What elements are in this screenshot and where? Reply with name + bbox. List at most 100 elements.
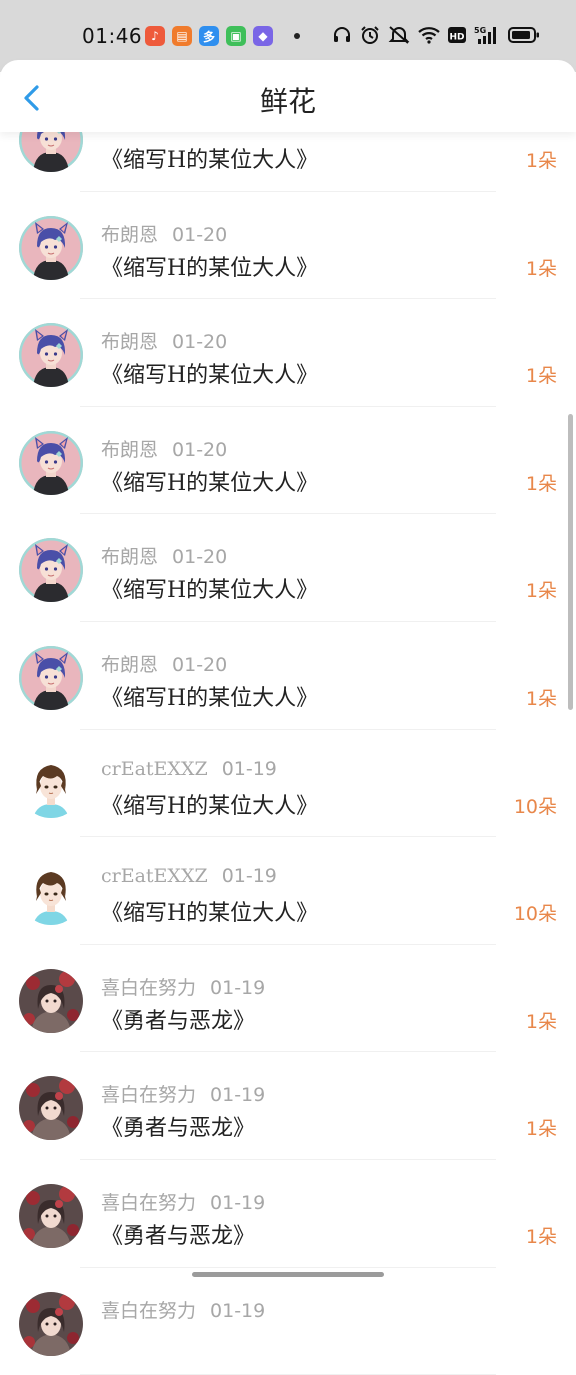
shopping-app-icon: ▣ — [226, 26, 246, 46]
files-app-icon: ◆ — [253, 26, 273, 46]
item-meta: 布朗恩 01-20 — [101, 435, 227, 462]
item-date: 01-19 — [210, 1299, 266, 1322]
hd-label: HD — [449, 33, 464, 43]
more-notifications-dot — [294, 33, 300, 39]
avatar[interactable] — [19, 1076, 83, 1140]
books-app-icon: ▤ — [172, 26, 192, 46]
user-name[interactable]: 布朗恩 — [101, 224, 158, 246]
mute-icon — [388, 26, 410, 44]
avatar[interactable] — [19, 431, 83, 495]
list-item[interactable]: 布朗恩 01-20 《缩写H的某位大人》 1朵 — [0, 407, 576, 515]
book-title[interactable]: 《缩写H的某位大人》 — [101, 680, 318, 712]
item-date: 01-20 — [172, 546, 228, 569]
item-date: 01-20 — [172, 653, 228, 676]
item-meta: 布朗恩 01-20 — [101, 220, 227, 247]
item-meta: 喜白在努力 01-19 — [101, 1188, 265, 1215]
page-title: 鲜花 — [259, 85, 316, 118]
flower-count: 1朵 — [525, 1225, 557, 1248]
wifi-icon — [418, 27, 440, 44]
photo-app-icon: 多 — [199, 26, 219, 46]
book-title[interactable]: 《勇者与恶龙》 — [101, 1003, 255, 1035]
item-date: 01-20 — [172, 331, 228, 354]
signal-5g-icon: 5G — [474, 26, 496, 44]
network-label: 5G — [474, 26, 486, 35]
book-title[interactable]: 《缩写H的某位大人》 — [101, 788, 318, 820]
list-item[interactable]: 喜白在努力 01-19 《勇者与恶龙》 1朵 — [0, 1052, 576, 1160]
alarm-icon — [361, 26, 379, 44]
user-name[interactable]: crEatEXXZ — [101, 865, 208, 887]
item-meta: 喜白在努力 01-19 — [101, 973, 265, 1000]
avatar[interactable] — [19, 538, 83, 602]
item-meta: crEatEXXZ 01-19 — [101, 865, 277, 887]
item-meta: 布朗恩 01-20 — [101, 327, 227, 354]
item-meta: 布朗恩 01-20 — [101, 650, 227, 677]
list-item[interactable]: 布朗恩 01-20 《缩写H的某位大人》 1朵 — [0, 622, 576, 730]
list-item[interactable]: 喜白在努力 01-19 《勇者与恶龙》 1朵 — [0, 1160, 576, 1268]
item-date: 01-19 — [221, 757, 277, 780]
book-title[interactable]: 《缩写H的某位大人》 — [101, 895, 318, 927]
battery-icon — [508, 27, 539, 43]
user-name[interactable]: 喜白在努力 — [101, 1300, 196, 1322]
user-name[interactable]: 喜白在努力 — [101, 977, 196, 999]
avatar[interactable] — [19, 216, 83, 280]
flower-count: 1朵 — [525, 365, 557, 388]
hd-icon: HD — [448, 27, 466, 43]
flower-record-list[interactable]: 《缩写H的某位大人》 1朵 布朗恩 01-20 《缩写H的某位大人》 1朵 布朗恩 01-20… — [0, 84, 576, 1375]
status-time: 01:46 — [82, 24, 143, 48]
user-name[interactable]: 布朗恩 — [101, 331, 158, 353]
item-meta: 喜白在努力 01-19 — [101, 1080, 265, 1107]
book-title[interactable]: 《缩写H的某位大人》 — [101, 465, 318, 497]
flower-count: 1朵 — [525, 1118, 557, 1141]
list-item[interactable]: crEatEXXZ 01-19 《缩写H的某位大人》 10朵 — [0, 730, 576, 838]
book-title[interactable]: 《缩写H的某位大人》 — [101, 357, 318, 389]
notification-app-icons: ♪ ▤ 多 ▣ ◆ — [145, 26, 273, 46]
list-item[interactable]: 布朗恩 01-20 《缩写H的某位大人》 1朵 — [0, 192, 576, 300]
headphones-icon — [334, 27, 350, 42]
user-name[interactable]: 布朗恩 — [101, 439, 158, 461]
flower-count: 1朵 — [525, 472, 557, 495]
book-title[interactable]: 《缩写H的某位大人》 — [101, 250, 318, 282]
flower-count: 1朵 — [525, 150, 557, 172]
item-meta: crEatEXXZ 01-19 — [101, 758, 277, 780]
list-item[interactable]: crEatEXXZ 01-19 《缩写H的某位大人》 10朵 — [0, 837, 576, 945]
page-header: 鲜花 — [0, 60, 576, 132]
flower-count: 1朵 — [525, 257, 557, 280]
list-item[interactable]: 布朗恩 01-20 《缩写H的某位大人》 1朵 — [0, 299, 576, 407]
item-date: 01-19 — [210, 1084, 266, 1107]
vertical-scrollbar[interactable] — [568, 414, 573, 710]
book-title[interactable]: 《缩写H的某位大人》 — [101, 142, 318, 174]
user-name[interactable]: 喜白在努力 — [101, 1192, 196, 1214]
music-app-icon: ♪ — [145, 26, 165, 46]
avatar[interactable] — [19, 969, 83, 1033]
book-title[interactable]: 《勇者与恶龙》 — [101, 1218, 255, 1250]
user-name[interactable]: 布朗恩 — [101, 654, 158, 676]
home-indicator[interactable] — [192, 1272, 384, 1277]
item-date: 01-19 — [210, 1191, 266, 1214]
system-status-icons: HD 5G — [332, 25, 540, 45]
avatar[interactable] — [19, 1292, 83, 1356]
list-item[interactable]: 喜白在努力 01-19 — [0, 1268, 576, 1375]
item-date: 01-19 — [210, 976, 266, 999]
avatar[interactable] — [19, 754, 83, 818]
flower-count: 1朵 — [525, 687, 557, 710]
user-name[interactable]: crEatEXXZ — [101, 758, 208, 780]
user-name[interactable]: 喜白在努力 — [101, 1084, 196, 1106]
item-date: 01-20 — [172, 438, 228, 461]
user-name[interactable]: 布朗恩 — [101, 546, 158, 568]
flower-count: 1朵 — [525, 580, 557, 603]
item-date: 01-19 — [221, 865, 277, 888]
flower-count: 10朵 — [513, 903, 557, 926]
item-meta: 布朗恩 01-20 — [101, 542, 227, 569]
avatar[interactable] — [19, 1184, 83, 1248]
list-item[interactable]: 喜白在努力 01-19 《勇者与恶龙》 1朵 — [0, 945, 576, 1053]
item-meta: 喜白在努力 01-19 — [101, 1296, 265, 1323]
avatar[interactable] — [19, 861, 83, 925]
item-date: 01-20 — [172, 223, 228, 246]
book-title[interactable]: 《缩写H的某位大人》 — [101, 572, 318, 604]
list-item[interactable]: 布朗恩 01-20 《缩写H的某位大人》 1朵 — [0, 514, 576, 622]
book-title[interactable]: 《勇者与恶龙》 — [101, 1110, 255, 1142]
avatar[interactable] — [19, 646, 83, 710]
avatar[interactable] — [19, 323, 83, 387]
flower-count: 1朵 — [525, 1010, 557, 1033]
flower-count: 10朵 — [513, 795, 557, 818]
